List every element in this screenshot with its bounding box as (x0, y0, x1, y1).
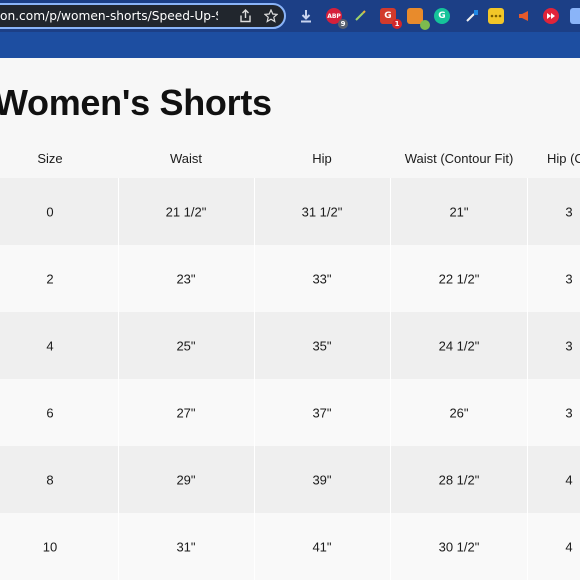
g-extension-badge: 1 (392, 19, 402, 29)
page-title: Women's Shorts (0, 82, 272, 123)
cell-waist: 23" (176, 271, 196, 286)
grammarly-label: G (438, 11, 446, 21)
g-extension-icon[interactable]: G 1 (380, 8, 402, 29)
table-row: 10 31" 41" 30 1/2" 4 (0, 513, 580, 580)
cell-hip: 39" (312, 472, 332, 487)
cell-waist-contour: 26" (449, 405, 469, 420)
cell-waist: 25" (176, 338, 196, 353)
megaphone-icon[interactable] (516, 8, 532, 24)
url-text[interactable]: on.com/p/women-shorts/Speed-Up-Shorts (0, 5, 218, 27)
grammarly-icon[interactable]: G (434, 8, 450, 24)
cell-hip: 35" (312, 338, 332, 353)
g-extension-label: G (384, 11, 392, 21)
adblock-badge: 9 (338, 19, 348, 29)
cell-hip-contour: 3 (565, 338, 573, 353)
header-hip-contour: Hip (Co (546, 151, 580, 166)
cell-hip: 31 1/2" (301, 204, 343, 219)
pen-icon[interactable] (352, 8, 368, 24)
adblock-icon[interactable]: ABP 9 (326, 8, 348, 29)
header-size: Size (37, 151, 63, 166)
extension-icon[interactable] (570, 8, 580, 24)
bookmark-star-icon[interactable] (264, 9, 278, 23)
cell-size: 6 (46, 405, 54, 420)
cell-hip-contour: 4 (565, 472, 573, 487)
cell-hip: 37" (312, 405, 332, 420)
column-divider (254, 178, 255, 580)
header-waist-contour: Waist (Contour Fit) (404, 151, 514, 166)
cell-waist: 21 1/2" (165, 204, 207, 219)
cell-waist-contour: 22 1/2" (438, 271, 480, 286)
cell-waist-contour: 24 1/2" (438, 338, 480, 353)
cell-size: 8 (46, 472, 54, 487)
download-icon[interactable] (298, 8, 314, 24)
cell-hip: 41" (312, 539, 332, 554)
header-hip: Hip (312, 151, 332, 166)
forward-icon[interactable] (543, 8, 559, 24)
cell-hip-contour: 3 (565, 204, 573, 219)
menu-dots-icon[interactable] (488, 8, 504, 24)
size-table-header: Size Waist Hip Waist (Contour Fit) Hip (… (0, 140, 580, 178)
cell-size: 0 (46, 204, 54, 219)
column-divider (390, 178, 391, 580)
puzzle-icon[interactable] (407, 8, 430, 30)
cell-hip-contour: 3 (565, 271, 573, 286)
cell-hip-contour: 4 (565, 539, 573, 554)
cell-waist: 29" (176, 472, 196, 487)
site-header-strip (0, 32, 580, 58)
cell-waist: 27" (176, 405, 196, 420)
adblock-label: ABP (327, 12, 341, 20)
table-row: 6 27" 37" 26" 3 (0, 379, 580, 446)
puzzle-badge (420, 20, 430, 30)
cell-waist-contour: 28 1/2" (438, 472, 480, 487)
cell-size: 10 (42, 539, 58, 554)
table-row: 0 21 1/2" 31 1/2" 21" 3 (0, 178, 580, 245)
header-waist: Waist (169, 151, 203, 166)
cell-hip-contour: 3 (565, 405, 573, 420)
column-divider (118, 178, 119, 580)
cell-size: 2 (46, 271, 54, 286)
browser-toolbar: on.com/p/women-shorts/Speed-Up-Shorts AB… (0, 0, 580, 32)
address-bar[interactable]: on.com/p/women-shorts/Speed-Up-Shorts (0, 3, 286, 29)
cell-waist: 31" (176, 539, 196, 554)
eyedropper-icon[interactable] (464, 8, 480, 24)
cell-size: 4 (46, 338, 54, 353)
share-icon[interactable] (239, 9, 252, 23)
table-row: 8 29" 39" 28 1/2" 4 (0, 446, 580, 513)
cell-waist-contour: 21" (449, 204, 469, 219)
cell-waist-contour: 30 1/2" (438, 539, 480, 554)
cell-hip: 33" (312, 271, 332, 286)
table-row: 4 25" 35" 24 1/2" 3 (0, 312, 580, 379)
column-divider (527, 178, 528, 580)
table-row: 2 23" 33" 22 1/2" 3 (0, 245, 580, 312)
